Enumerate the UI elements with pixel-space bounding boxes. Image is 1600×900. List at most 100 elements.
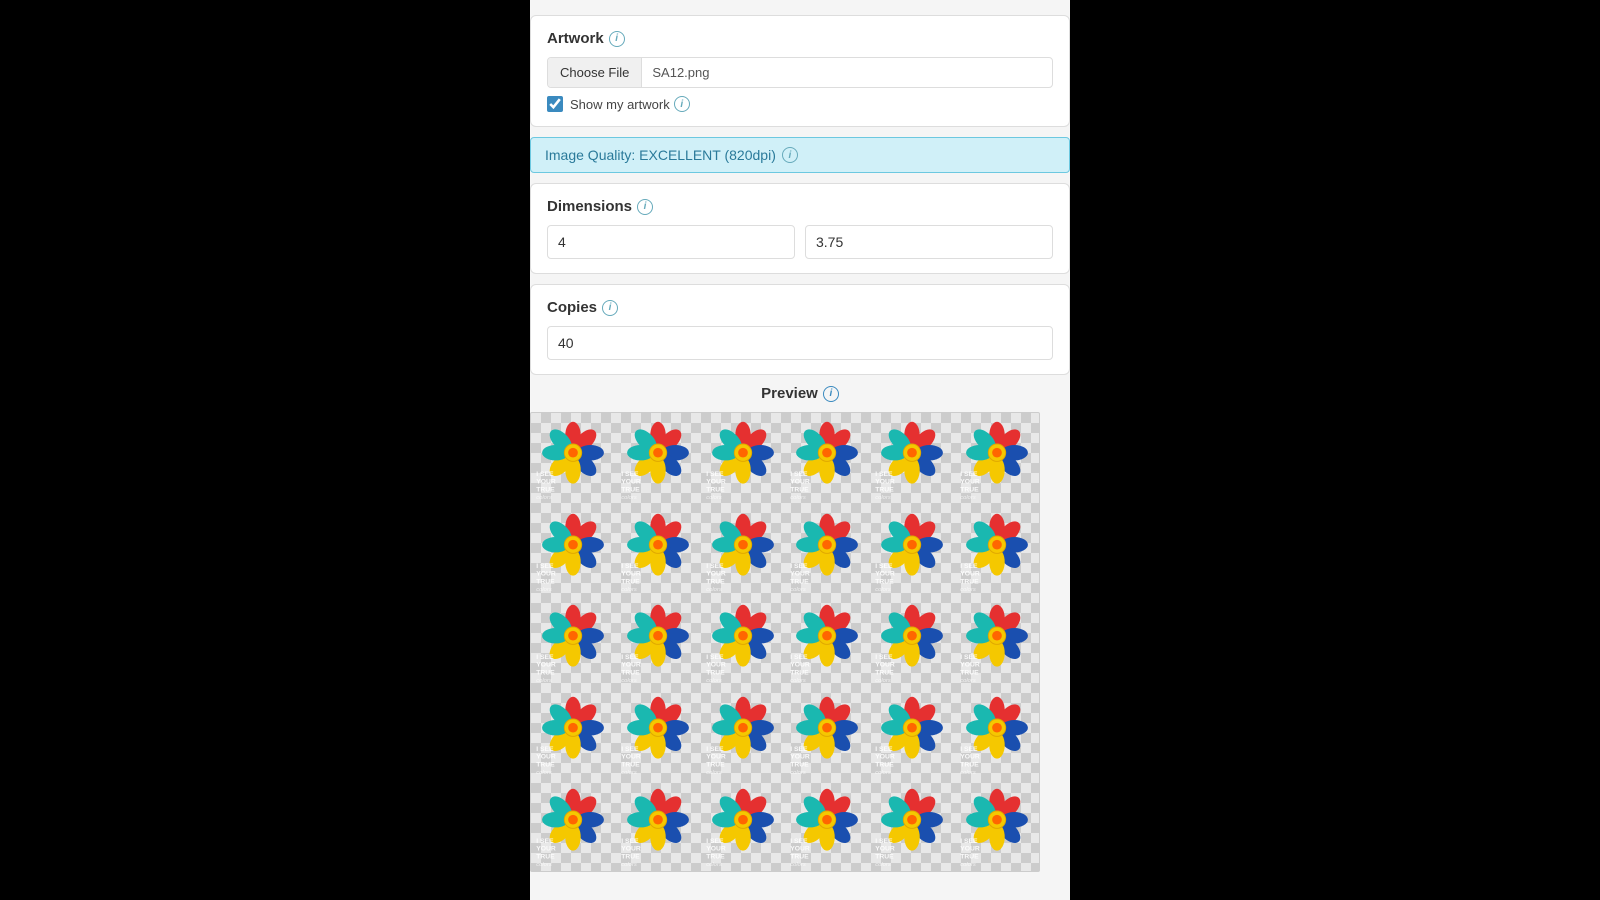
svg-text:colors: colors bbox=[537, 679, 553, 685]
svg-text:YOUR: YOUR bbox=[706, 845, 726, 852]
height-input[interactable] bbox=[805, 225, 1053, 259]
svg-text:I SEE: I SEE bbox=[621, 746, 639, 753]
artwork-info-icon[interactable]: i bbox=[609, 31, 625, 47]
sticker-svg: I SEE YOUR TRUE colors bbox=[704, 599, 782, 684]
svg-text:I SEE: I SEE bbox=[791, 654, 809, 661]
show-artwork-info-icon[interactable]: i bbox=[674, 96, 690, 112]
quality-info-icon[interactable]: i bbox=[782, 147, 798, 163]
svg-text:I SEE: I SEE bbox=[706, 654, 724, 661]
sticker-svg: I SEE YOUR TRUE colors bbox=[619, 599, 697, 684]
svg-text:I SEE: I SEE bbox=[791, 838, 809, 845]
artwork-section: Artwork i Choose File SA12.png Show my a… bbox=[530, 15, 1070, 127]
sticker-cell: I SEE YOUR TRUE colors bbox=[616, 688, 701, 780]
svg-text:TRUE: TRUE bbox=[960, 761, 979, 768]
sticker-cell: I SEE YOUR TRUE colors bbox=[700, 779, 785, 871]
svg-text:colors: colors bbox=[791, 862, 807, 868]
sticker-svg: I SEE YOUR TRUE colors bbox=[619, 783, 697, 868]
sticker-cell: I SEE YOUR TRUE colors bbox=[531, 596, 616, 688]
sticker-svg: I SEE YOUR TRUE colors bbox=[958, 508, 1036, 593]
svg-text:YOUR: YOUR bbox=[875, 479, 895, 486]
svg-text:YOUR: YOUR bbox=[960, 845, 980, 852]
sticker-grid: I SEE YOUR TRUE colors I SEE YOUR bbox=[531, 413, 1039, 871]
sticker-cell: I SEE YOUR TRUE colors bbox=[616, 413, 701, 505]
svg-text:YOUR: YOUR bbox=[791, 845, 811, 852]
choose-file-button[interactable]: Choose File bbox=[548, 58, 642, 87]
svg-text:TRUE: TRUE bbox=[791, 670, 810, 677]
svg-text:TRUE: TRUE bbox=[537, 670, 556, 677]
sticker-svg: I SEE YOUR TRUE colors bbox=[873, 416, 951, 501]
sticker-cell: I SEE YOUR TRUE colors bbox=[785, 413, 870, 505]
sticker-cell: I SEE YOUR TRUE colors bbox=[785, 779, 870, 871]
preview-info-icon[interactable]: i bbox=[823, 386, 839, 402]
sticker-svg: I SEE YOUR TRUE colors bbox=[873, 599, 951, 684]
svg-text:I SEE: I SEE bbox=[960, 746, 978, 753]
svg-text:colors: colors bbox=[706, 495, 722, 501]
svg-text:colors: colors bbox=[875, 495, 891, 501]
copies-info-icon[interactable]: i bbox=[602, 300, 618, 316]
svg-text:colors: colors bbox=[706, 770, 722, 776]
svg-text:TRUE: TRUE bbox=[791, 578, 810, 585]
artwork-label: Artwork bbox=[547, 30, 604, 47]
svg-text:I SEE: I SEE bbox=[706, 838, 724, 845]
svg-text:YOUR: YOUR bbox=[791, 479, 811, 486]
svg-text:TRUE: TRUE bbox=[960, 578, 979, 585]
sticker-svg: I SEE YOUR TRUE colors bbox=[619, 508, 697, 593]
sticker-cell: I SEE YOUR TRUE colors bbox=[616, 596, 701, 688]
svg-text:YOUR: YOUR bbox=[791, 754, 811, 761]
svg-text:colors: colors bbox=[875, 770, 891, 776]
sticker-cell: I SEE YOUR TRUE colors bbox=[785, 688, 870, 780]
svg-text:colors: colors bbox=[791, 587, 807, 593]
svg-text:TRUE: TRUE bbox=[537, 853, 556, 860]
svg-text:colors: colors bbox=[621, 495, 637, 501]
svg-text:TRUE: TRUE bbox=[960, 487, 979, 494]
sticker-cell: I SEE YOUR TRUE colors bbox=[700, 505, 785, 597]
svg-text:colors: colors bbox=[960, 862, 976, 868]
dimensions-title: Dimensions i bbox=[547, 198, 1053, 215]
svg-text:colors: colors bbox=[706, 587, 722, 593]
sticker-cell: I SEE YOUR TRUE colors bbox=[954, 596, 1039, 688]
svg-text:YOUR: YOUR bbox=[621, 479, 641, 486]
svg-text:TRUE: TRUE bbox=[706, 578, 725, 585]
svg-text:colors: colors bbox=[706, 679, 722, 685]
svg-text:colors: colors bbox=[621, 587, 637, 593]
svg-text:YOUR: YOUR bbox=[537, 479, 557, 486]
quality-bar[interactable]: Image Quality: EXCELLENT (820dpi) i bbox=[530, 137, 1070, 173]
svg-text:YOUR: YOUR bbox=[621, 662, 641, 669]
sticker-cell: I SEE YOUR TRUE colors bbox=[616, 779, 701, 871]
svg-text:YOUR: YOUR bbox=[537, 571, 557, 578]
dimensions-info-icon[interactable]: i bbox=[637, 199, 653, 215]
show-artwork-checkbox[interactable] bbox=[547, 96, 563, 112]
svg-text:I SEE: I SEE bbox=[875, 654, 893, 661]
copies-input[interactable] bbox=[547, 326, 1053, 360]
sticker-cell: I SEE YOUR TRUE colors bbox=[700, 688, 785, 780]
svg-text:TRUE: TRUE bbox=[875, 578, 894, 585]
svg-text:colors: colors bbox=[875, 679, 891, 685]
svg-text:YOUR: YOUR bbox=[960, 571, 980, 578]
svg-text:colors: colors bbox=[960, 679, 976, 685]
svg-text:YOUR: YOUR bbox=[960, 662, 980, 669]
svg-text:I SEE: I SEE bbox=[875, 746, 893, 753]
sticker-svg: I SEE YOUR TRUE colors bbox=[788, 783, 866, 868]
svg-text:YOUR: YOUR bbox=[621, 571, 641, 578]
copies-title: Copies i bbox=[547, 299, 1053, 316]
preview-canvas: I SEE YOUR TRUE colors I SEE YOUR bbox=[530, 412, 1040, 872]
sticker-svg: I SEE YOUR TRUE colors bbox=[958, 416, 1036, 501]
svg-text:TRUE: TRUE bbox=[960, 853, 979, 860]
svg-text:colors: colors bbox=[791, 495, 807, 501]
sticker-svg: I SEE YOUR TRUE colors bbox=[534, 783, 612, 868]
svg-text:colors: colors bbox=[621, 770, 637, 776]
svg-text:I SEE: I SEE bbox=[621, 471, 639, 478]
svg-text:I SEE: I SEE bbox=[960, 838, 978, 845]
svg-text:YOUR: YOUR bbox=[960, 754, 980, 761]
sticker-svg: I SEE YOUR TRUE colors bbox=[534, 599, 612, 684]
width-input[interactable] bbox=[547, 225, 795, 259]
preview-title: Preview i bbox=[530, 385, 1070, 402]
svg-text:I SEE: I SEE bbox=[706, 563, 724, 570]
svg-text:I SEE: I SEE bbox=[875, 471, 893, 478]
svg-text:I SEE: I SEE bbox=[706, 471, 724, 478]
sticker-cell: I SEE YOUR TRUE colors bbox=[870, 779, 955, 871]
svg-text:colors: colors bbox=[875, 587, 891, 593]
svg-text:colors: colors bbox=[960, 770, 976, 776]
sticker-svg: I SEE YOUR TRUE colors bbox=[704, 508, 782, 593]
svg-text:I SEE: I SEE bbox=[537, 746, 555, 753]
